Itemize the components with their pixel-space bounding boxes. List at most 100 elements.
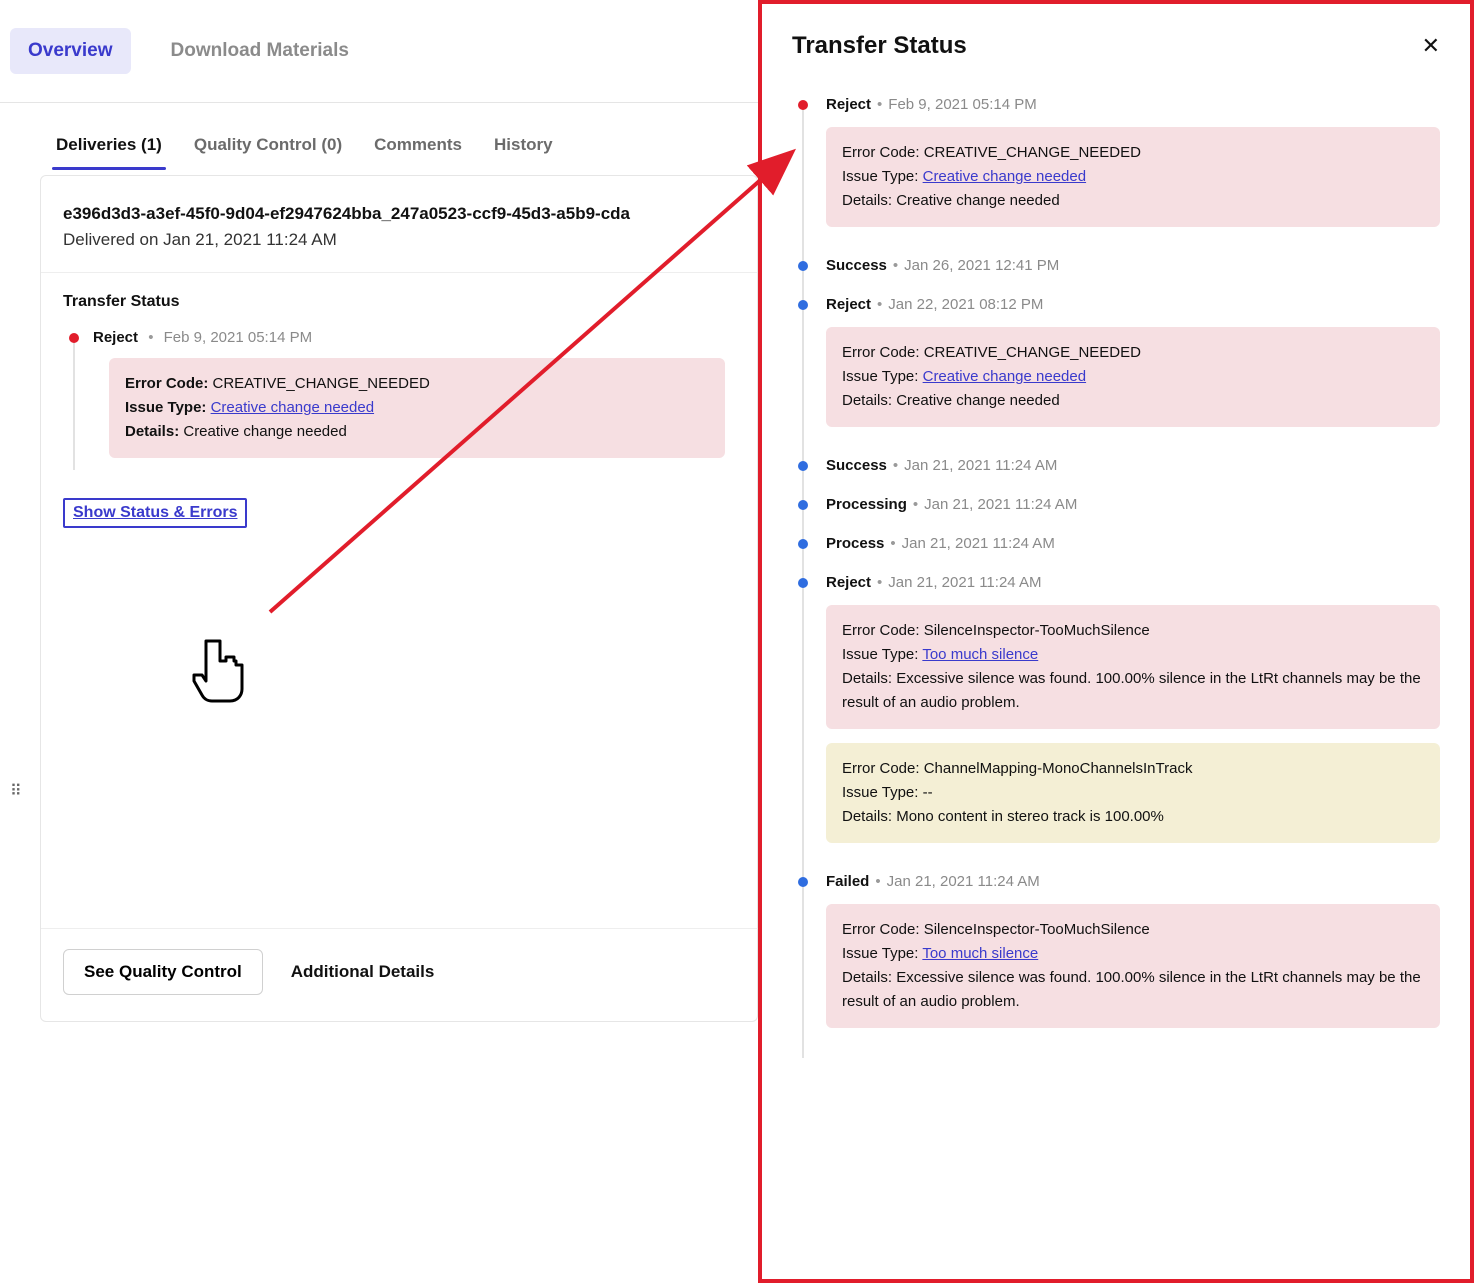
issue-type-link[interactable]: Creative change needed — [923, 368, 1086, 385]
panel-timeline-item: Reject•Jan 22, 2021 08:12 PMError Code: … — [798, 296, 1440, 457]
panel-timeline-item: Processing•Jan 21, 2021 11:24 AM — [798, 496, 1440, 535]
status-label: Success — [826, 457, 887, 474]
inner-tabs: Deliveries (1) Quality Control (0) Comme… — [40, 111, 758, 169]
card-header: e396d3d3-a3ef-45f0-9d04-ef2947624bba_247… — [41, 176, 757, 273]
close-icon[interactable]: ✕ — [1422, 35, 1440, 57]
panel-timeline-item: Success • Jan 21, 2021 11:24 AM — [798, 457, 1440, 496]
separator: • — [890, 535, 895, 552]
delivery-card: e396d3d3-a3ef-45f0-9d04-ef2947624bba_247… — [40, 175, 758, 1022]
error-code-label: Error Code: — [842, 622, 920, 639]
tab-history[interactable]: History — [490, 125, 557, 169]
tab-overview[interactable]: Overview — [10, 28, 131, 74]
issue-type-link[interactable]: Creative change needed — [923, 168, 1086, 185]
error-code-value: CREATIVE_CHANGE_NEEDED — [924, 344, 1141, 361]
error-code-value: CREATIVE_CHANGE_NEEDED — [213, 375, 430, 392]
separator: • — [875, 873, 880, 890]
tab-deliveries[interactable]: Deliveries (1) — [52, 125, 166, 169]
error-box: Error Code: ChannelMapping-MonoChannelsI… — [826, 743, 1440, 843]
status-dot-icon — [798, 100, 808, 110]
panel-timeline-item: Process • Jan 21, 2021 11:24 AM — [798, 535, 1440, 574]
details-label: Details: — [842, 670, 892, 687]
panel-timeline-item: Success • Jan 26, 2021 12:41 PM — [798, 257, 1440, 296]
issue-type-label: Issue Type: — [125, 399, 206, 416]
delivery-id: e396d3d3-a3ef-45f0-9d04-ef2947624bba_247… — [63, 204, 735, 224]
tab-quality-control[interactable]: Quality Control (0) — [190, 125, 346, 169]
timeline-head: Reject•Jan 21, 2021 11:24 AM — [826, 574, 1440, 591]
drag-handle-icon[interactable]: ⠿ — [10, 781, 22, 801]
issue-type-label: Issue Type: — [842, 168, 918, 185]
timestamp: Jan 21, 2021 11:24 AM — [888, 574, 1041, 591]
error-box: Error Code: SilenceInspector-TooMuchSile… — [826, 605, 1440, 729]
status-dot-icon — [798, 578, 808, 588]
issue-type-label: Issue Type: — [842, 368, 918, 385]
error-code-label: Error Code: — [125, 375, 208, 392]
timeline-head: Processing•Jan 21, 2021 11:24 AM — [826, 496, 1440, 513]
issue-type-label: Issue Type: — [842, 646, 918, 663]
status-label: Success — [826, 257, 887, 274]
card-footer: See Quality Control Additional Details — [41, 929, 757, 1021]
left-pane: Overview Download Materials ⠿ Deliveries… — [0, 0, 758, 1283]
details-value: Creative change needed — [896, 392, 1059, 409]
show-status-errors-button[interactable]: Show Status & Errors — [63, 498, 247, 528]
card-body: Transfer Status Reject • Feb 9, 2021 05:… — [41, 273, 757, 929]
panel-timeline-item: Reject•Feb 9, 2021 05:14 PMError Code: C… — [798, 96, 1440, 257]
card-timeline: Reject • Feb 9, 2021 05:14 PM Error Code… — [69, 329, 725, 470]
error-box: Error Code: CREATIVE_CHANGE_NEEDED Issue … — [826, 327, 1440, 427]
status-dot-icon — [798, 461, 808, 471]
status-dot-icon — [798, 500, 808, 510]
transfer-status-panel: Transfer Status ✕ Reject•Feb 9, 2021 05:… — [758, 0, 1474, 1283]
details-label: Details: — [842, 392, 892, 409]
tab-download-materials[interactable]: Download Materials — [153, 28, 367, 74]
tab-comments[interactable]: Comments — [370, 125, 466, 169]
top-tabs: Overview Download Materials — [0, 0, 758, 103]
issue-type-link[interactable]: Too much silence — [922, 945, 1038, 962]
card-timeline-item: Reject • Feb 9, 2021 05:14 PM Error Code… — [69, 329, 725, 470]
error-box: Error Code: SilenceInspector-TooMuchSile… — [826, 904, 1440, 1028]
status-dot-icon — [798, 539, 808, 549]
status-label: Processing — [826, 496, 907, 513]
details-label: Details: — [125, 423, 179, 440]
issue-type-label: Issue Type: — [842, 945, 918, 962]
status-dot-icon — [798, 300, 808, 310]
transfer-status-title: Transfer Status — [63, 293, 725, 311]
status-dot-icon — [69, 333, 79, 343]
issue-type-link[interactable]: Too much silence — [922, 646, 1038, 663]
status-label: Process — [826, 535, 884, 552]
issue-type-link[interactable]: Creative change needed — [211, 399, 374, 416]
status-dot-icon — [798, 261, 808, 271]
timestamp: Jan 21, 2021 11:24 AM — [904, 457, 1057, 474]
timeline-head: Success • Jan 21, 2021 11:24 AM — [826, 457, 1440, 474]
issue-type-value: -- — [923, 784, 933, 801]
separator: • — [877, 96, 882, 113]
separator: • — [877, 574, 882, 591]
error-code-label: Error Code: — [842, 344, 920, 361]
error-box: Error Code: CREATIVE_CHANGE_NEEDED Issue… — [109, 358, 725, 458]
timestamp: Jan 21, 2021 11:24 AM — [887, 873, 1040, 890]
error-code-label: Error Code: — [842, 921, 920, 938]
status-label: Reject — [93, 329, 138, 346]
timestamp: Jan 22, 2021 08:12 PM — [888, 296, 1043, 313]
additional-details-link[interactable]: Additional Details — [291, 962, 435, 982]
timestamp: Jan 26, 2021 12:41 PM — [904, 257, 1059, 274]
see-quality-control-button[interactable]: See Quality Control — [63, 949, 263, 995]
timeline-head: Success • Jan 26, 2021 12:41 PM — [826, 257, 1440, 274]
error-box: Error Code: CREATIVE_CHANGE_NEEDEDIssue … — [826, 127, 1440, 227]
panel-title: Transfer Status — [792, 32, 967, 60]
details-value: Creative change needed — [183, 423, 346, 440]
status-dot-icon — [798, 877, 808, 887]
timeline-head: Process • Jan 21, 2021 11:24 AM — [826, 535, 1440, 552]
panel-timeline: Reject•Feb 9, 2021 05:14 PMError Code: C… — [798, 96, 1440, 1058]
timestamp: Jan 21, 2021 11:24 AM — [924, 496, 1077, 513]
timeline-head: Failed•Jan 21, 2021 11:24 AM — [826, 873, 1440, 890]
separator: • — [893, 257, 898, 274]
timestamp: Jan 21, 2021 11:24 AM — [902, 535, 1055, 552]
details-label: Details: — [842, 969, 892, 986]
error-code-value: ChannelMapping-MonoChannelsInTrack — [924, 760, 1193, 777]
panel-timeline-item: Failed•Jan 21, 2021 11:24 AMError Code: … — [798, 873, 1440, 1058]
details-label: Details: — [842, 192, 892, 209]
details-value: Excessive silence was found. 100.00% sil… — [842, 670, 1421, 711]
timeline-head: Reject • Feb 9, 2021 05:14 PM — [93, 329, 725, 346]
separator: • — [148, 329, 153, 346]
separator: • — [893, 457, 898, 474]
error-code-label: Error Code: — [842, 760, 920, 777]
